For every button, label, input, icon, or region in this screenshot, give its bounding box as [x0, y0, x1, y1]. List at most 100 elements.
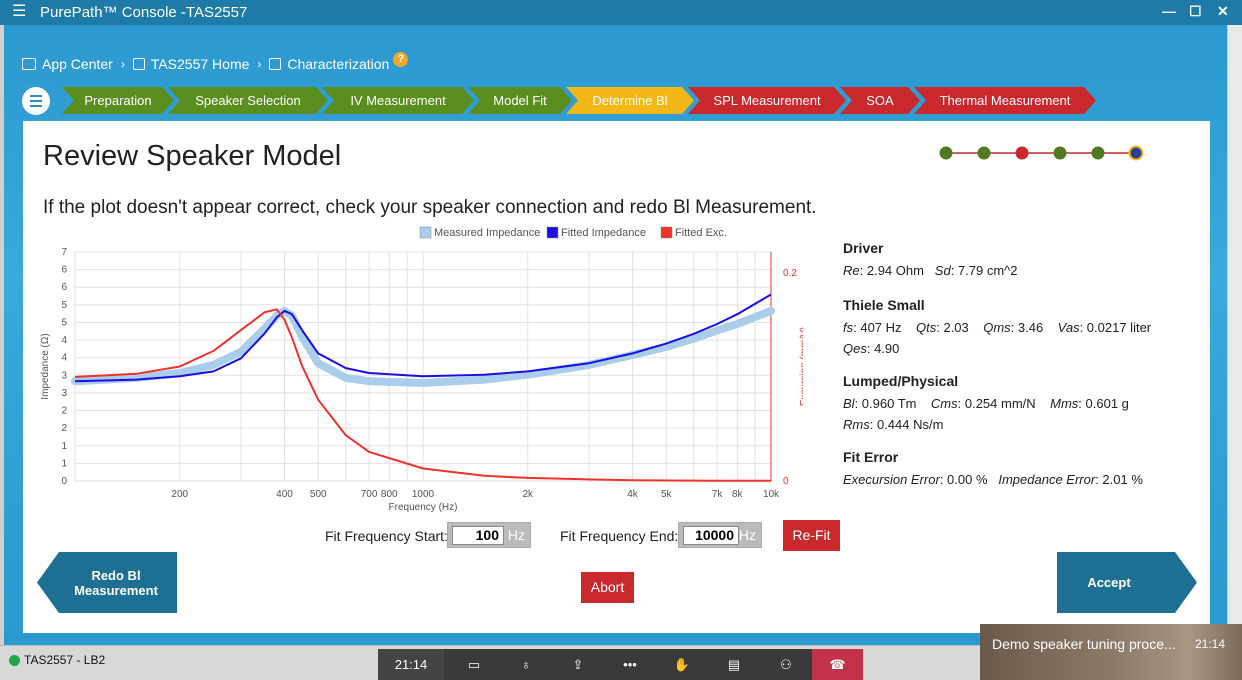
re-label: Re [843, 263, 860, 278]
lp-row: Bl: 0.960 Tm Cms: 0.254 mm/N Mms: 0.601 … [843, 393, 1151, 414]
legend-label: Measured Impedance [434, 227, 540, 239]
rms-value: : 0.444 Ns/m [869, 417, 944, 432]
breadcrumb: App Center › TAS2557 Home › Characteriza… [22, 51, 409, 72]
exc-error-value: : 0.00 % [939, 472, 988, 487]
step-iv-measurement[interactable]: IV Measurement [322, 87, 474, 114]
step-thermal-measurement[interactable]: Thermal Measurement [914, 87, 1096, 114]
fit-error-row: Execursion Error: 0.00 % Impedance Error… [843, 469, 1151, 490]
minimize-button[interactable]: — [1162, 3, 1176, 19]
step-label: SOA [866, 93, 894, 108]
connection-status-icon [9, 655, 20, 666]
raise-hand-icon[interactable]: ✋ [656, 649, 708, 680]
meeting-time: 21:14 [1195, 637, 1226, 651]
y-tick-label: 3 [61, 388, 67, 399]
app-center-icon [22, 58, 36, 70]
speaker-parameters: Driver Re: 2.94 Ohm Sd: 7.79 cm^2 Thiele… [843, 240, 1151, 490]
y2-tick-label: 0 [783, 476, 789, 487]
bl-label: Bl [843, 396, 855, 411]
hang-up-icon[interactable]: ☎ [812, 649, 863, 680]
fit-start-unit: Hz [507, 527, 525, 543]
step-spl-measurement[interactable]: SPL Measurement [688, 87, 846, 114]
share-screen-icon[interactable]: ⇪ [552, 649, 604, 680]
imp-error-label: Impedance Error [998, 472, 1096, 487]
bl-value: : 0.960 Tm [854, 396, 917, 411]
x-tick-label: 500 [310, 489, 327, 500]
fit-start-label: Fit Frequency Start: [325, 528, 448, 544]
progress-dot [939, 146, 953, 160]
impedance-chart: 0 1 1 2 2 3 3 4 4 5 5 6 6 7 200 400 500 700 800 1000 2k 4k 5k 7… [40, 226, 803, 513]
breadcrumb-label: App Center [42, 56, 113, 72]
breadcrumb-tas2557-home[interactable]: TAS2557 Home [132, 56, 250, 72]
rms-row: Rms: 0.444 Ns/m [843, 414, 1151, 435]
maximize-button[interactable]: ☐ [1189, 3, 1202, 20]
vas-label: Vas [1057, 320, 1080, 335]
hamburger-menu-icon[interactable]: ☰ [12, 4, 26, 20]
progress-dot [1053, 146, 1067, 160]
video-preview[interactable]: Demo speaker tuning proce... 21:14 [980, 624, 1242, 680]
refit-button[interactable]: Re-Fit [783, 520, 840, 551]
camera-off-icon[interactable]: ▭ [448, 649, 500, 680]
fit-error-title: Fit Error [843, 449, 899, 465]
y-tick-label: 4 [61, 335, 67, 346]
title-bar: ☰ PurePath™ Console -TAS2557 — ☐ ✕ [0, 0, 1242, 25]
x-tick-label: 4k [627, 489, 639, 500]
breadcrumb-characterization[interactable]: Characterization [269, 56, 389, 72]
progress-dots [939, 145, 1144, 161]
microphone-icon[interactable]: ♁ [500, 649, 552, 680]
y2-axis-label: Excursion (mm/V) [799, 327, 803, 406]
redo-bl-button[interactable]: Redo Bl Measurement [37, 552, 177, 613]
redo-line-2: Measurement [74, 583, 158, 598]
steps-menu-button[interactable] [22, 87, 50, 115]
step-soa[interactable]: SOA [840, 87, 920, 114]
cms-label: Cms [930, 396, 958, 411]
step-label: Preparation [84, 93, 152, 108]
accept-button[interactable]: Accept [1057, 552, 1197, 613]
participants-icon[interactable]: ⚇ [760, 649, 812, 680]
fit-start-input[interactable]: 100 [452, 526, 504, 545]
re-value: : 2.94 Ohm [859, 263, 924, 278]
mms-value: : 0.601 g [1078, 396, 1129, 411]
fit-start-field[interactable]: 100 Hz [447, 522, 531, 548]
qes-row: Qes: 4.90 [843, 338, 1151, 359]
step-preparation[interactable]: Preparation [62, 87, 174, 114]
progress-dot [1128, 145, 1144, 161]
rms-label: Rms [843, 417, 870, 432]
y-tick-label: 1 [61, 458, 67, 469]
fit-end-unit: Hz [738, 527, 756, 543]
call-time: 21:14 [378, 649, 444, 680]
qms-label: Qms [983, 320, 1011, 335]
fs-value: : 407 Hz [853, 320, 902, 335]
y-tick-label: 5 [61, 300, 67, 311]
ts-row: fs: 407 Hz Qts: 2.03 Qms: 3.46 Vas: 0.02… [843, 317, 1151, 338]
step-model-fit[interactable]: Model Fit [468, 87, 572, 114]
step-label: Model Fit [493, 93, 547, 108]
y-tick-label: 6 [61, 282, 67, 293]
y-tick-label: 7 [61, 247, 67, 258]
exc-error-label: Execursion Error [843, 472, 940, 487]
y2-tick-label: 0.2 [783, 268, 797, 279]
y-tick-label: 5 [61, 317, 67, 328]
x-tick-label: 1000 [412, 489, 435, 500]
driver-title: Driver [843, 240, 884, 256]
close-button[interactable]: ✕ [1217, 3, 1229, 20]
right-scrollbar[interactable] [1227, 25, 1242, 645]
fit-end-input[interactable]: 10000 [683, 526, 739, 545]
fit-end-field[interactable]: 10000 Hz [678, 522, 762, 548]
breadcrumb-label: Characterization [287, 56, 390, 72]
chat-icon[interactable]: ▤ [708, 649, 760, 680]
more-options-icon[interactable]: ••• [604, 649, 656, 680]
x-tick-label: 700 [361, 489, 378, 500]
x-tick-label: 7k [712, 489, 724, 500]
fs-label: fs [843, 320, 854, 335]
step-label: Determine Bl [592, 93, 668, 108]
abort-button[interactable]: Abort [581, 572, 634, 603]
qes-label: Qes [843, 341, 867, 356]
thiele-small-title: Thiele Small [843, 297, 925, 313]
breadcrumb-app-center[interactable]: App Center [22, 56, 113, 72]
step-determine-bl[interactable]: Determine Bl [566, 87, 694, 114]
x-tick-label: 5k [661, 489, 673, 500]
legend-label: Fitted Exc. [675, 227, 727, 239]
help-icon[interactable]: ? [393, 51, 409, 67]
step-speaker-selection[interactable]: Speaker Selection [168, 87, 328, 114]
breadcrumb-label: TAS2557 Home [150, 56, 250, 72]
